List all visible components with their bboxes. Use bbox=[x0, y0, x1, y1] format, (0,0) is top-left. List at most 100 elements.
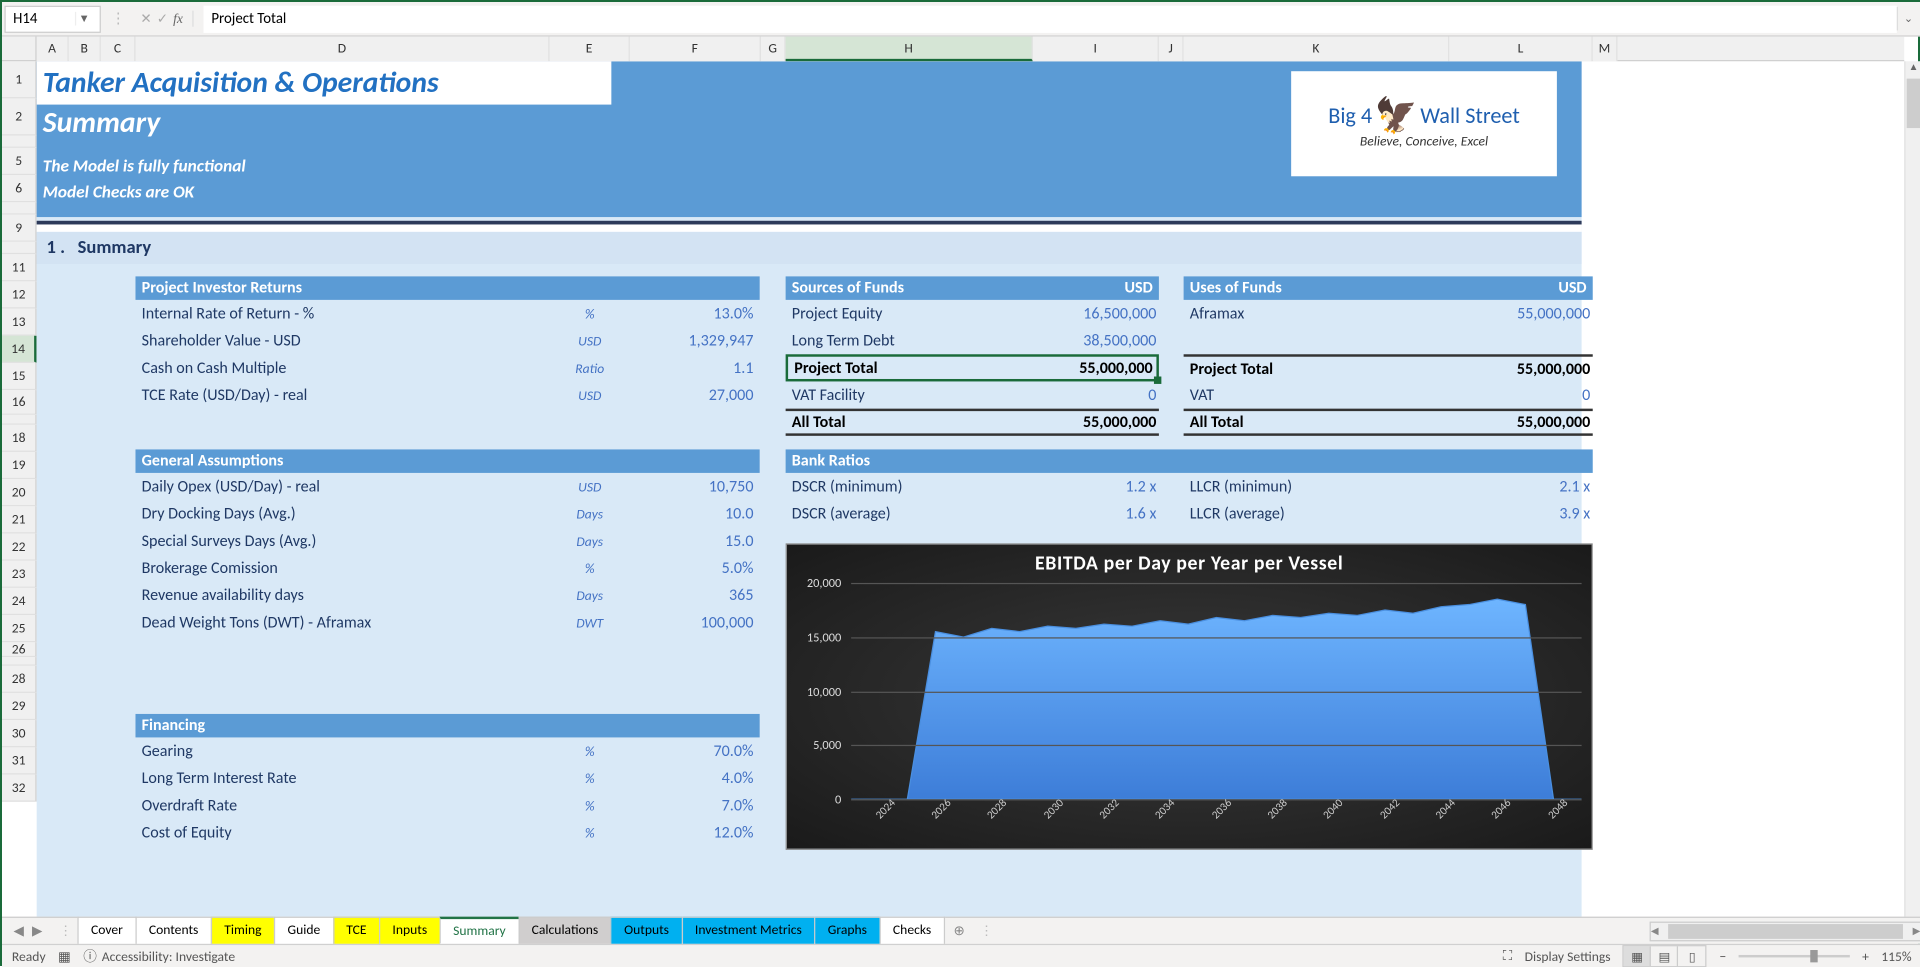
col-header-K[interactable]: K bbox=[1184, 37, 1450, 62]
logo-tagline: Believe, Conceive, Excel bbox=[1360, 133, 1488, 149]
section-number: 1 . bbox=[46, 237, 65, 259]
logo-left: Big 4 bbox=[1328, 102, 1372, 129]
row-header-32[interactable]: 32 bbox=[2, 774, 37, 801]
table-row: Dry Docking Days (Avg.)Days10.0 bbox=[135, 500, 759, 527]
tab-inputs[interactable]: Inputs bbox=[379, 917, 441, 945]
row-header-5[interactable]: 5 bbox=[2, 148, 37, 175]
eagle-icon: 🦅 bbox=[1375, 98, 1418, 133]
row-header-6[interactable]: 6 bbox=[2, 175, 37, 202]
tab-tce[interactable]: TCE bbox=[333, 917, 380, 945]
select-all-corner[interactable] bbox=[2, 37, 37, 62]
tab-nav-arrows[interactable]: ◀▶ bbox=[2, 923, 54, 939]
page-break-button[interactable]: ▯ bbox=[1679, 946, 1706, 966]
section-header: 1 . Summary bbox=[37, 232, 1582, 264]
sources-table: Sources of Funds USD Project Equity16,50… bbox=[786, 276, 1159, 435]
row-header-[interactable] bbox=[2, 202, 37, 214]
row-header-9[interactable]: 9 bbox=[2, 215, 37, 242]
col-header-F[interactable]: F bbox=[630, 37, 761, 62]
macro-icon[interactable]: ▦ bbox=[58, 948, 71, 964]
formula-expand-icon[interactable]: ⌄ bbox=[1897, 7, 1919, 30]
name-box[interactable]: H14 ▼ bbox=[4, 5, 100, 32]
display-settings[interactable]: Display Settings bbox=[1525, 948, 1611, 964]
row-header-31[interactable]: 31 bbox=[2, 747, 37, 774]
name-box-dropdown-icon[interactable]: ▼ bbox=[75, 12, 92, 26]
tab-next-icon: ▶ bbox=[32, 923, 42, 939]
row-header-24[interactable]: 24 bbox=[2, 588, 37, 615]
tab-checks[interactable]: Checks bbox=[879, 917, 944, 945]
row-header-[interactable] bbox=[2, 242, 37, 254]
accessibility-icon[interactable]: ⓘ bbox=[83, 946, 97, 966]
formula-input[interactable]: Project Total bbox=[204, 5, 1897, 32]
active-cell[interactable]: Project Total55,000,000 bbox=[786, 354, 1159, 381]
tab-outputs[interactable]: Outputs bbox=[611, 917, 683, 945]
content-area: Tanker Acquisition & Operations Summary … bbox=[37, 61, 1582, 936]
zoom-level[interactable]: 115% bbox=[1881, 948, 1911, 964]
col-header-C[interactable]: C bbox=[101, 37, 136, 62]
status-bar: Ready ▦ ⓘ Accessibility: Investigate ⛶ D… bbox=[2, 944, 1920, 967]
row-header-23[interactable]: 23 bbox=[2, 561, 37, 588]
tab-summary[interactable]: Summary bbox=[440, 917, 520, 945]
page-layout-button[interactable]: ▤ bbox=[1651, 946, 1678, 966]
row-header-22[interactable]: 22 bbox=[2, 533, 37, 560]
row-header-11[interactable]: 11 bbox=[2, 254, 37, 281]
row-header-[interactable] bbox=[2, 135, 37, 147]
scroll-up-icon[interactable]: ▲ bbox=[1905, 61, 1920, 78]
cancel-icon[interactable]: ✕ bbox=[140, 11, 151, 27]
row-headers: 1256911121314151618192021222324252628293… bbox=[2, 61, 37, 801]
col-header-H[interactable]: H bbox=[786, 37, 1033, 62]
tab-contents[interactable]: Contents bbox=[135, 917, 212, 945]
tab-graphs[interactable]: Graphs bbox=[814, 917, 880, 945]
col-header-J[interactable]: J bbox=[1159, 37, 1184, 62]
tab-cover[interactable]: Cover bbox=[77, 917, 136, 945]
row-header-12[interactable]: 12 bbox=[2, 281, 37, 308]
row-header-25[interactable]: 25 bbox=[2, 615, 37, 642]
col-header-D[interactable]: D bbox=[135, 37, 549, 62]
col-header-E[interactable]: E bbox=[550, 37, 630, 62]
display-settings-icon[interactable]: ⛶ bbox=[1503, 948, 1513, 965]
tab-guide[interactable]: Guide bbox=[274, 917, 334, 945]
col-header-L[interactable]: L bbox=[1449, 37, 1592, 62]
row-header-19[interactable]: 19 bbox=[2, 452, 37, 479]
row-header-2[interactable]: 2 bbox=[2, 98, 37, 135]
add-sheet-button[interactable]: ⊕ bbox=[944, 923, 975, 939]
worksheet[interactable]: Tanker Acquisition & Operations Summary … bbox=[37, 61, 1905, 936]
normal-view-button[interactable]: ▦ bbox=[1624, 946, 1651, 966]
row-header-26[interactable]: 26 bbox=[2, 642, 37, 657]
tab-investment-metrics[interactable]: Investment Metrics bbox=[681, 917, 815, 945]
zoom-slider[interactable] bbox=[1738, 955, 1849, 957]
row-header-16[interactable]: 16 bbox=[2, 390, 37, 415]
row-header-20[interactable]: 20 bbox=[2, 479, 37, 506]
row-header-29[interactable]: 29 bbox=[2, 693, 37, 720]
col-header-M[interactable]: M bbox=[1593, 37, 1618, 62]
accessibility-status[interactable]: Accessibility: Investigate bbox=[102, 948, 235, 964]
column-headers: ABCDEFGHIJKLM bbox=[2, 37, 1904, 62]
row-header-1[interactable]: 1 bbox=[2, 61, 37, 98]
section-title: Summary bbox=[78, 237, 151, 259]
ebitda-chart: EBITDA per Day per Year per Vessel 05,00… bbox=[786, 543, 1593, 850]
row-header-28[interactable]: 28 bbox=[2, 666, 37, 693]
zoom-out-button[interactable]: − bbox=[1719, 948, 1726, 964]
row-header-15[interactable]: 15 bbox=[2, 363, 37, 390]
row-header-13[interactable]: 13 bbox=[2, 309, 37, 336]
menu-dots-icon[interactable]: ⋮ bbox=[106, 9, 131, 28]
row-header-18[interactable]: 18 bbox=[2, 425, 37, 452]
row-header-30[interactable]: 30 bbox=[2, 720, 37, 747]
col-header-G[interactable]: G bbox=[761, 37, 786, 62]
scroll-thumb[interactable] bbox=[1907, 79, 1920, 128]
zoom-in-button[interactable]: + bbox=[1862, 948, 1869, 964]
tab-calculations[interactable]: Calculations bbox=[518, 917, 612, 945]
row-header-21[interactable]: 21 bbox=[2, 506, 37, 533]
row-header-[interactable] bbox=[2, 657, 37, 666]
accept-icon[interactable]: ✓ bbox=[157, 11, 168, 27]
tab-timing[interactable]: Timing bbox=[211, 917, 275, 945]
row-header-14[interactable]: 14 bbox=[2, 336, 37, 363]
col-header-A[interactable]: A bbox=[37, 37, 69, 62]
col-header-B[interactable]: B bbox=[69, 37, 101, 62]
row-header-[interactable] bbox=[2, 415, 37, 425]
horizontal-scrollbar[interactable]: ◀ ▶ bbox=[1650, 921, 1920, 941]
h-scroll-thumb[interactable] bbox=[1668, 923, 1902, 938]
fx-icon[interactable]: fx bbox=[173, 11, 183, 26]
col-header-I[interactable]: I bbox=[1033, 37, 1159, 62]
vertical-scrollbar[interactable]: ▲ ▼ bbox=[1904, 61, 1920, 936]
table-row: Long Term Interest Rate%4.0% bbox=[135, 765, 759, 792]
